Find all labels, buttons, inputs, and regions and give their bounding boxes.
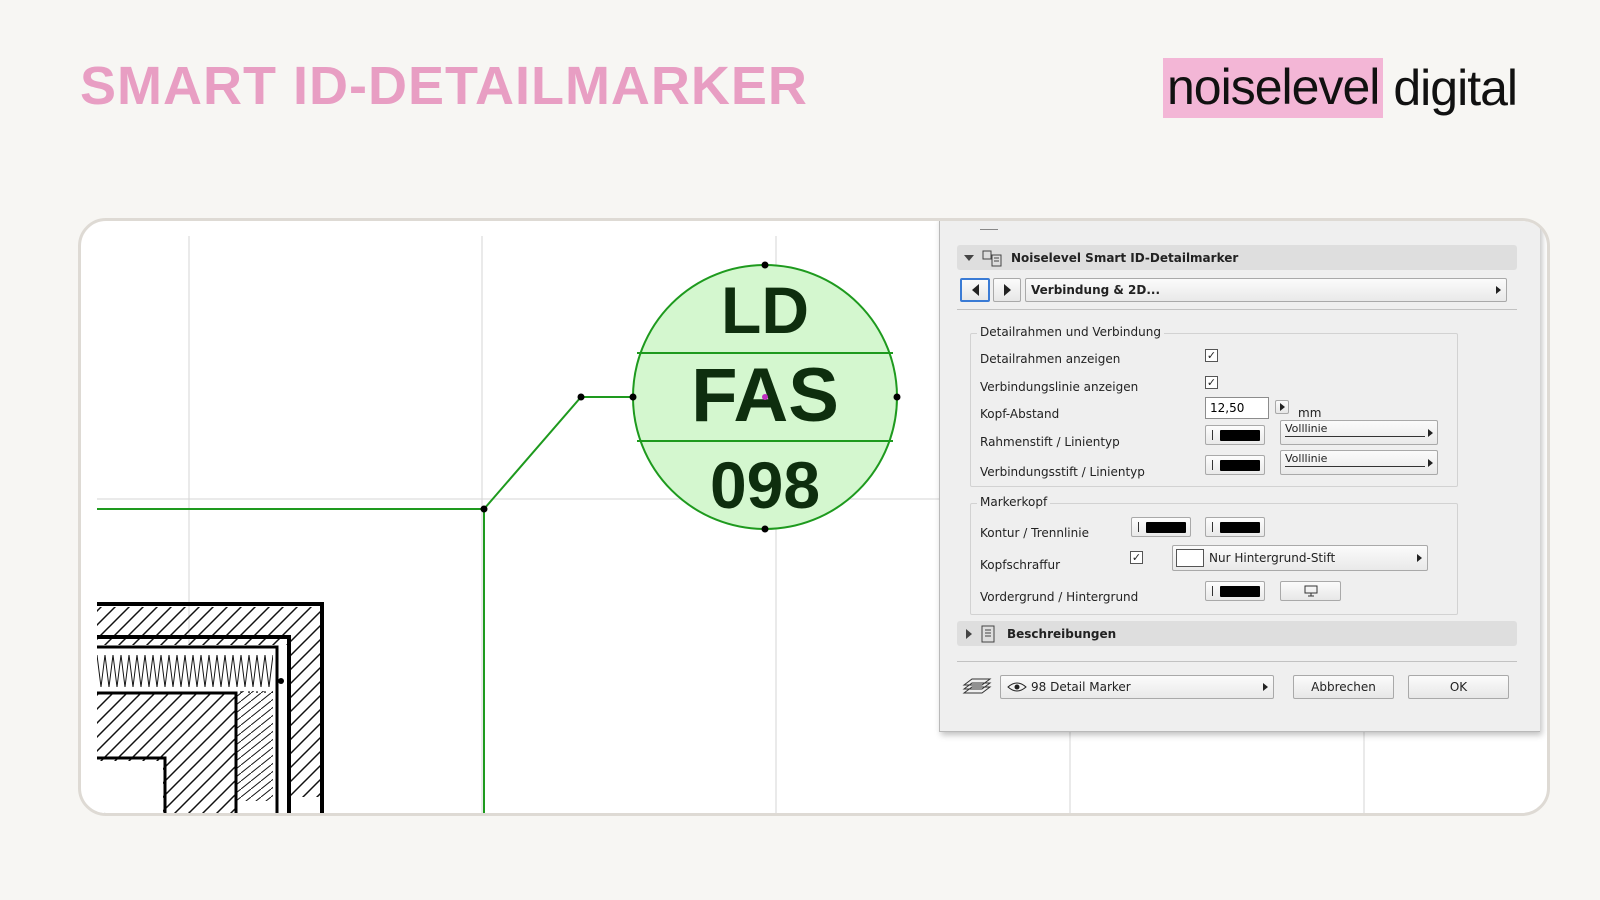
label-fg-bg: Vordergrund / Hintergrund — [980, 590, 1139, 604]
next-page-button[interactable] — [993, 278, 1021, 302]
page-selector-dropdown[interactable]: Verbindung & 2D... — [1025, 278, 1507, 302]
label-show-frame: Detailrahmen anzeigen — [980, 352, 1121, 366]
dropdown-arrow-icon — [1428, 459, 1433, 467]
marker-line-3: 098 — [710, 448, 820, 522]
layer-dropdown[interactable]: 98 Detail Marker — [1000, 675, 1274, 699]
group-title-frame: Detailrahmen und Verbindung — [977, 325, 1164, 339]
divider — [957, 661, 1517, 662]
group-title-marker-head: Markerkopf — [977, 495, 1051, 509]
screenshot-frame: LD FAS 098 Noiselevel Smart ID-Detailmar… — [78, 218, 1550, 816]
head-distance-input[interactable] — [1205, 397, 1269, 419]
logo-rest-text: digital — [1393, 60, 1518, 116]
frame-pen-button[interactable] — [1205, 425, 1265, 445]
layer-value: 98 Detail Marker — [1031, 680, 1131, 694]
prev-page-button[interactable] — [960, 278, 990, 302]
layer-icon — [962, 678, 992, 694]
marker-settings-icon — [982, 250, 1002, 266]
divider — [957, 309, 1517, 310]
ok-button[interactable]: OK — [1408, 675, 1509, 699]
foreground-pen-button[interactable] — [1205, 581, 1265, 601]
arrow-left-icon — [971, 284, 979, 296]
checkbox-show-frame[interactable]: ✓ — [1205, 349, 1218, 362]
frame-linetype-value: Volllinie — [1285, 422, 1328, 435]
checkbox-show-line[interactable]: ✓ — [1205, 376, 1218, 389]
connection-linetype-dropdown[interactable]: Volllinie — [1280, 450, 1438, 475]
head-distance-stepper[interactable] — [1275, 400, 1289, 414]
page-title: SMART ID-DETAILMARKER — [80, 56, 808, 116]
arrow-right-icon — [1279, 403, 1285, 411]
document-icon — [981, 625, 995, 642]
head-hatch-value: Nur Hintergrund-Stift — [1209, 551, 1336, 565]
separator-pen-button[interactable] — [1205, 517, 1265, 537]
checkbox-head-hatch[interactable]: ✓ — [1130, 551, 1143, 564]
label-head-distance: Kopf-Abstand — [980, 407, 1060, 421]
dropdown-arrow-icon — [1263, 683, 1268, 691]
settings-dialog: Noiselevel Smart ID-Detailmarker Verbind… — [939, 221, 1540, 732]
marker-line-1: LD — [721, 273, 809, 347]
frame-linetype-dropdown[interactable]: Volllinie — [1280, 420, 1438, 445]
section-header-marker[interactable]: Noiselevel Smart ID-Detailmarker — [957, 245, 1517, 270]
dropdown-arrow-icon — [1417, 554, 1422, 562]
eye-icon — [1007, 682, 1027, 692]
contour-pen-button[interactable] — [1131, 517, 1191, 537]
label-head-hatch: Kopfschraffur — [980, 558, 1061, 572]
dropdown-arrow-icon — [1496, 286, 1501, 294]
monitor-icon — [1304, 585, 1317, 597]
connection-pen-button[interactable] — [1205, 455, 1265, 475]
descriptions-title: Beschreibungen — [1007, 626, 1117, 641]
wall-section-detail — [97, 602, 324, 813]
label-connection-pen: Verbindungsstift / Linientyp — [980, 465, 1145, 479]
detail-marker-head[interactable]: LD FAS 098 — [480, 261, 901, 533]
page-selector-value: Verbindung & 2D... — [1031, 283, 1161, 297]
cancel-button[interactable]: Abbrechen — [1293, 675, 1394, 699]
dropdown-arrow-icon — [1428, 429, 1433, 437]
logo-highlight-text: noiselevel — [1163, 58, 1384, 118]
collapse-arrow-icon[interactable] — [964, 254, 974, 261]
head-hatch-dropdown[interactable]: Nur Hintergrund-Stift — [1172, 545, 1428, 571]
collapsed-section-icon — [980, 221, 998, 230]
label-frame-pen: Rahmenstift / Linientyp — [980, 435, 1120, 449]
fill-swatch — [1176, 549, 1204, 567]
label-contour: Kontur / Trennlinie — [980, 526, 1089, 540]
unit-label: mm — [1298, 406, 1322, 420]
brand-logo: noiselevel digital — [1163, 58, 1518, 118]
connection-linetype-value: Volllinie — [1285, 452, 1328, 465]
section-header-descriptions[interactable]: Beschreibungen — [957, 621, 1517, 646]
background-pen-button[interactable] — [1280, 581, 1341, 601]
section-title: Noiselevel Smart ID-Detailmarker — [1011, 250, 1239, 265]
label-show-line: Verbindungslinie anzeigen — [980, 380, 1139, 394]
expand-arrow-icon[interactable] — [966, 628, 972, 639]
arrow-right-icon — [1003, 284, 1011, 296]
